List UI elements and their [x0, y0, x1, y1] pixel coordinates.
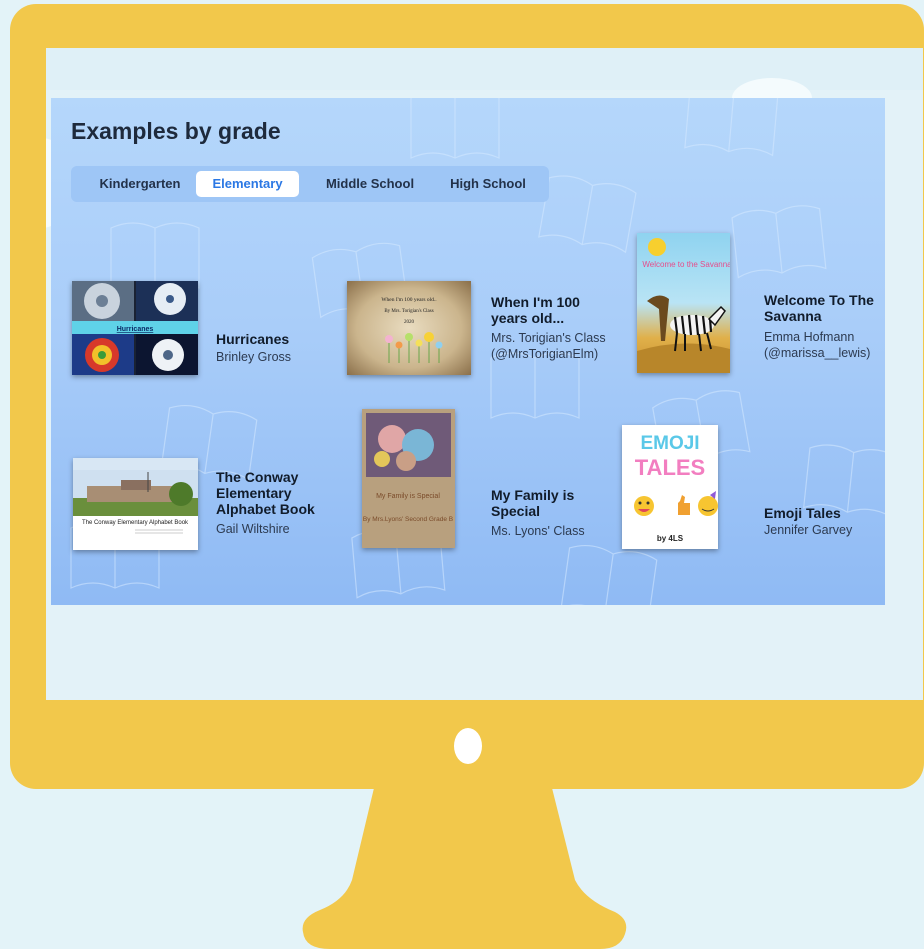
cover-subtitle-text: By Mrs. Torigian's Class: [384, 309, 433, 314]
tab-elementary[interactable]: Elementary: [196, 171, 299, 197]
book-cover-hurricanes: Hurricanes: [72, 281, 198, 375]
book-title: My Family is Special: [491, 487, 575, 519]
webcam-dot: [454, 728, 482, 764]
book-title: Emoji Tales: [764, 505, 841, 521]
book-author: Jennifer Garvey: [764, 523, 853, 537]
book-title: When I'm 100 years old...: [491, 294, 580, 326]
book-card-savanna[interactable]: Welcome to the Savanna Welcome To The Sa…: [636, 232, 881, 377]
savanna-cover-art: Welcome to the Savanna: [637, 238, 730, 373]
100-years-cover-art: When I'm 100 years old.. By Mrs. Torigia…: [381, 297, 443, 363]
book-title: Hurricanes: [216, 331, 290, 347]
book-card-hurricanes[interactable]: Hurricanes Hurricanes Brinley Gross: [71, 280, 331, 378]
book-cover-emoji-tales: EMOJI TALES by 4LS: [622, 425, 718, 549]
book-cover-my-family: My Family is Special By Mrs.Lyons' Secon…: [362, 409, 455, 548]
cover-title-text: The Conway Elementary Alphabet Book: [82, 520, 189, 526]
book-cover-conway: The Conway Elementary Alphabet Book: [73, 458, 198, 550]
grade-tabs: Kindergarten Elementary Middle School Hi…: [71, 166, 549, 202]
examples-panel: Examples by grade Kindergarten Elementar…: [51, 98, 885, 605]
book-title: The Conway Elementary Alphabet Book: [216, 469, 315, 517]
book-author: Gail Wiltshire: [216, 522, 290, 536]
tab-middle-school[interactable]: Middle School: [315, 171, 425, 197]
cover-subtitle-text: By Mrs.Lyons' Second Grade B: [363, 516, 453, 523]
book-card-100-years[interactable]: When I'm 100 years old.. By Mrs. Torigia…: [346, 280, 616, 378]
my-family-cover-art: My Family is Special By Mrs.Lyons' Secon…: [362, 409, 455, 548]
cover-title-text: Welcome to the Savanna: [642, 260, 730, 269]
tab-kindergarten[interactable]: Kindergarten: [81, 171, 199, 197]
book-card-conway[interactable]: The Conway Elementary Alphabet Book The …: [71, 455, 341, 555]
book-author: Emma Hofmann (@marissa__lewis): [764, 330, 871, 360]
book-card-emoji-tales[interactable]: EMOJI TALES by 4LS Emoji Tales Jennifer …: [621, 423, 881, 553]
book-author: Ms. Lyons' Class: [491, 524, 585, 538]
emoji-tales-cover-art: EMOJI TALES by 4LS: [634, 433, 718, 543]
cover-author-text: by 4LS: [657, 534, 684, 543]
cover-title-text-2: TALES: [635, 455, 705, 480]
book-author: Mrs. Torigian's Class (@MrsTorigianElm): [491, 331, 606, 361]
tab-high-school[interactable]: High School: [438, 171, 538, 197]
cover-year-text: 2020: [404, 320, 415, 325]
cover-title-text: My Family is Special: [376, 493, 440, 500]
page-title: Examples by grade: [71, 118, 281, 144]
book-cover-savanna: Welcome to the Savanna: [637, 233, 730, 373]
cover-title-text-1: EMOJI: [640, 433, 699, 454]
hurricanes-cover-art: Hurricanes: [72, 281, 198, 375]
book-cover-100-years: When I'm 100 years old.. By Mrs. Torigia…: [347, 281, 471, 375]
cover-title-text: When I'm 100 years old..: [381, 297, 437, 303]
cover-title-text: Hurricanes: [117, 326, 154, 333]
book-title: Welcome To The Savanna: [764, 292, 874, 324]
conway-cover-art: The Conway Elementary Alphabet Book: [73, 458, 198, 534]
book-author: Brinley Gross: [216, 350, 292, 364]
book-card-my-family[interactable]: My Family is Special By Mrs.Lyons' Secon…: [361, 408, 616, 553]
